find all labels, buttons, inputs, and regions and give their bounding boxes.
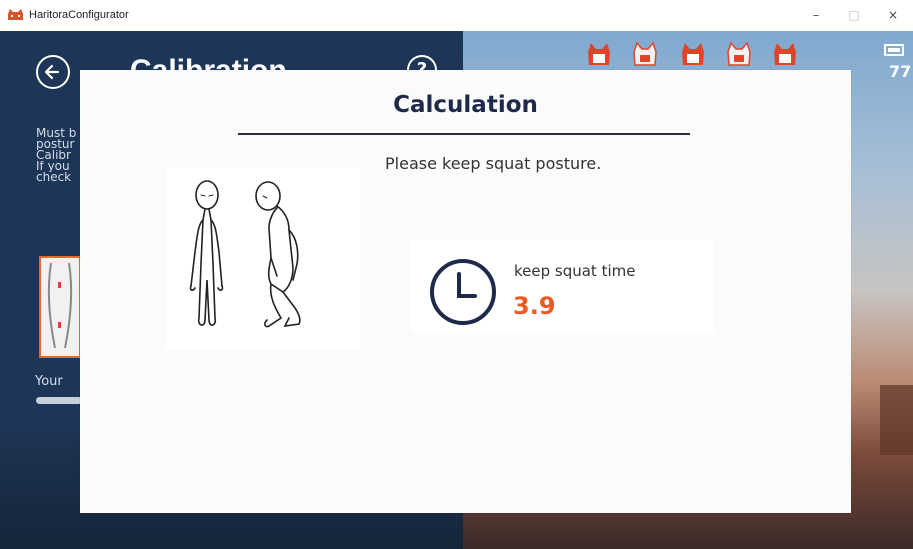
avatar-icon xyxy=(588,43,610,65)
title-bar: HaritoraConfigurator – □ × xyxy=(0,0,913,32)
close-button[interactable]: × xyxy=(874,0,912,31)
instruction-text: Please keep squat posture. xyxy=(385,154,602,173)
minimize-button[interactable]: – xyxy=(797,0,835,31)
background-description: Must b postur Calibr If you check xyxy=(36,128,80,183)
leg-preview-card[interactable] xyxy=(39,256,81,358)
battery-icon xyxy=(884,44,904,56)
back-arrow-icon xyxy=(44,64,60,80)
avatar-icon xyxy=(682,43,704,65)
your-label: Your xyxy=(35,374,63,389)
squatting-figure xyxy=(255,181,301,328)
clock-icon xyxy=(430,259,496,325)
avatar-icon xyxy=(633,41,657,66)
battery-value: 77 xyxy=(889,62,912,81)
sensor-dot xyxy=(58,322,61,328)
standing-figure xyxy=(189,180,224,326)
background-chevron-shape xyxy=(880,385,913,455)
avatar-icon xyxy=(774,43,796,65)
timer-value: 3.9 xyxy=(513,292,556,320)
app-icon xyxy=(8,9,23,20)
background-slider[interactable] xyxy=(36,397,82,404)
posture-figures xyxy=(189,180,301,328)
description-line: Calibr xyxy=(36,150,71,161)
timer-label: keep squat time xyxy=(514,262,636,280)
description-line: check xyxy=(36,172,72,183)
posture-illustration xyxy=(165,168,360,350)
window-title: HaritoraConfigurator xyxy=(29,9,129,21)
back-button[interactable] xyxy=(36,55,70,89)
sensor-dot xyxy=(58,282,61,288)
dialog-title: Calculation xyxy=(393,92,538,118)
maximize-button[interactable]: □ xyxy=(835,0,873,31)
description-line: Must b xyxy=(36,128,77,139)
description-line: If you xyxy=(36,161,70,172)
avatar-icon xyxy=(727,41,751,66)
leg-icon xyxy=(47,262,73,349)
title-divider xyxy=(238,133,690,135)
description-line: postur xyxy=(36,139,75,150)
avatar-row xyxy=(585,41,805,73)
